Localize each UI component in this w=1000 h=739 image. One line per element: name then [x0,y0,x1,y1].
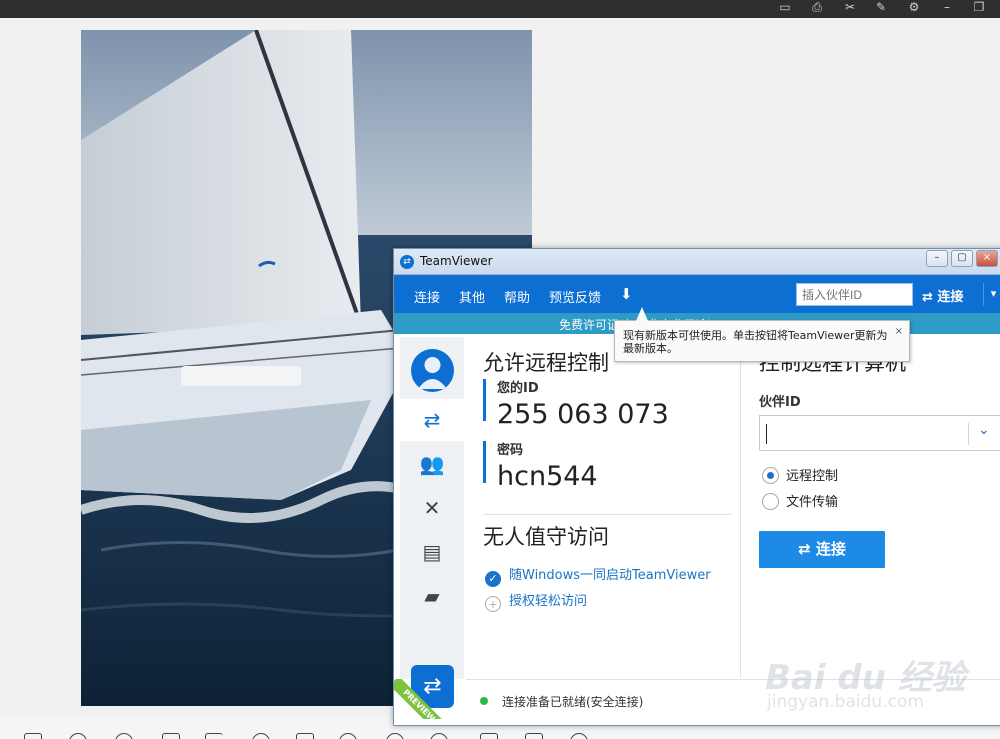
allow-remote-panel: 允许远程控制 您的ID 255 063 073 密码 hcn544 无人值守访问… [466,337,738,677]
avatar[interactable] [411,349,454,392]
slideshow-icon[interactable] [296,733,314,739]
menu-connection[interactable]: 连接 [414,287,440,306]
actual-size-icon[interactable] [162,733,180,739]
close-icon[interactable]: × [895,325,903,338]
plus-icon: + [485,596,501,612]
password-value: hcn544 [497,461,598,492]
delete-icon[interactable] [480,733,498,739]
radio-remote-control[interactable]: 远程控制 [762,465,838,484]
play-icon[interactable] [252,733,270,739]
teamviewer-logo-icon: ⇄ [411,665,454,708]
edit-icon[interactable] [525,733,543,739]
grant-easy-access-link[interactable]: + 授权轻松访问 [485,590,587,612]
cut-icon[interactable]: ✂ [841,0,859,16]
chevron-down-icon[interactable]: ▾ [983,283,1000,306]
close-button[interactable]: × [976,250,998,267]
status-bar: 连接准备已就绪(安全连接) [466,679,1000,725]
restore-icon[interactable]: ❐ [970,0,988,16]
viewer-top-bar: ▭ ⎙ ✂ ✎ ⚙ – ❐ [0,0,1000,18]
quick-connect-button[interactable]: ⇄ 连接 [914,283,982,306]
teamviewer-logo-icon: ⇄ [400,255,414,269]
title-bar[interactable]: ⇄ TeamViewer – ▢ × [394,249,1000,275]
next-icon[interactable] [339,733,357,739]
partner-id-quick-input[interactable] [796,283,913,306]
download-icon[interactable]: ⬇ [620,285,633,303]
gear-icon[interactable]: ⚙ [905,0,923,16]
user-icon [418,357,447,389]
menu-extras[interactable]: 其他 [459,287,485,306]
partner-id-combobox: ⌄ [759,415,1000,451]
radio-selected-icon [762,467,779,484]
computers-contacts-icon[interactable]: ✕ [400,487,464,529]
zoom-in-icon[interactable] [115,733,133,739]
partner-id-label: 伙伴ID [759,395,801,410]
fit-icon[interactable] [24,733,42,739]
update-tooltip: 现有新版本可供使用。单击按钮将TeamViewer更新为最新版本。 × [614,320,910,362]
status-text: 连接准备已就绪(安全连接) [502,695,644,709]
password-label: 密码 [497,443,524,458]
sidebar: ⇄ 👥 ✕ ▤ ▰ ⇄ [400,337,464,708]
divider [483,514,731,515]
info-icon[interactable] [570,733,588,739]
id-accent-bar [483,379,486,421]
grant-easy-access-label: 授权轻松访问 [509,594,588,609]
allow-remote-title: 允许远程控制 [483,351,609,375]
window-title: TeamViewer [420,254,493,268]
partner-id-field[interactable] [766,424,956,444]
update-tooltip-text: 现有新版本可供使用。单击按钮将TeamViewer更新为最新版本。 [623,329,888,355]
rotate-right-icon[interactable] [430,733,448,739]
password-accent-bar [483,441,486,483]
your-id-value: 255 063 073 [497,399,669,430]
status-indicator-icon [480,697,488,705]
menu-feedback[interactable]: 预览反馈 [549,287,601,306]
meeting-icon[interactable]: 👥 [400,443,464,485]
chat-icon[interactable]: ▰ [400,575,464,617]
maximize-button[interactable]: ▢ [951,250,973,267]
radio-remote-control-label: 远程控制 [786,469,839,484]
your-id-label: 您的ID [497,381,539,396]
menu-help[interactable]: 帮助 [504,287,530,306]
contacts-book-icon[interactable]: ▤ [400,531,464,573]
menu-bar: 连接 其他 帮助 预览反馈 ⬇ ⇄ 连接 ▾ [394,275,1000,313]
start-with-windows-link[interactable]: ✓ 随Windows一同启动TeamViewer [485,564,711,587]
chevron-down-icon[interactable]: ⌄ [978,422,990,438]
radio-file-transfer-label: 文件传输 [786,495,839,510]
note-icon[interactable]: ✎ [872,0,890,16]
start-with-windows-label: 随Windows一同启动TeamViewer [509,568,711,583]
rotate-left-icon[interactable] [386,733,404,739]
radio-file-transfer[interactable]: 文件传输 [762,491,838,510]
zoom-out-icon[interactable] [69,733,87,739]
check-icon: ✓ [485,571,501,587]
minimize-button[interactable]: – [926,250,948,267]
connect-button[interactable]: ⇄ 连接 [759,531,885,568]
prev-icon[interactable] [205,733,223,739]
remote-control-icon[interactable]: ⇄ [400,399,464,441]
control-remote-panel: 控制远程计算机 伙伴ID ⌄ 远程控制 文件传输 ⇄ 连接 [741,337,1000,677]
combobox-separator [968,423,969,445]
minimize-icon[interactable]: – [938,0,956,16]
print-icon[interactable]: ⎙ [808,0,826,16]
unattended-title: 无人值守访问 [483,525,609,549]
save-icon[interactable]: ▭ [776,0,794,16]
radio-unselected-icon [762,493,779,510]
tooltip-pointer [636,307,648,321]
